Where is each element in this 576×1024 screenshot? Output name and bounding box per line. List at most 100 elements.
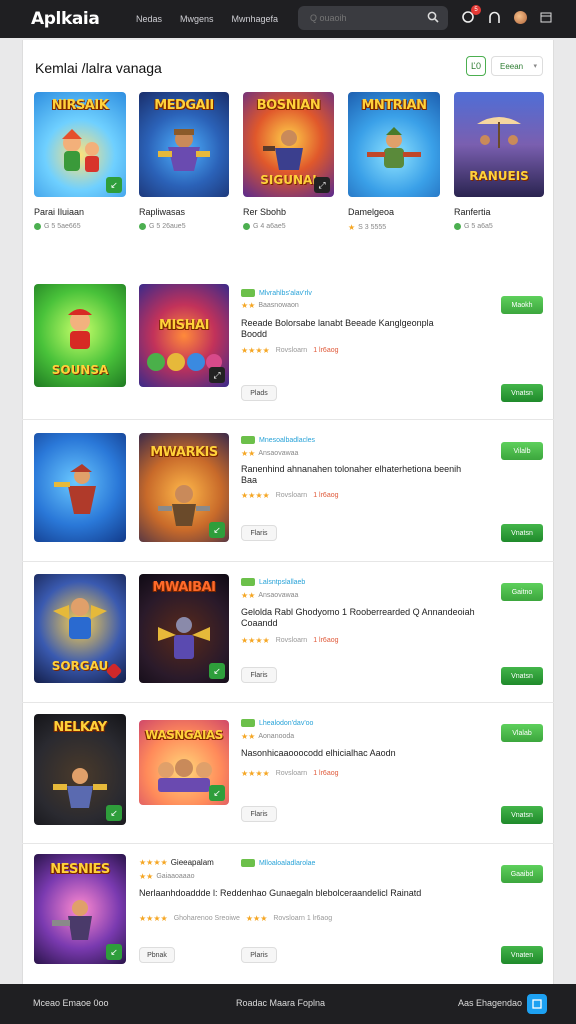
list-art-3b[interactable]: MWAIBAI ↙	[139, 574, 229, 683]
store-badge-icon: ↙	[106, 177, 122, 193]
tile-art-title: MWAIBAI	[152, 580, 216, 595]
featured-tile-3[interactable]: BOSNIAN SIGUNAI ⤢	[243, 92, 334, 197]
featured-name-3[interactable]: Rer Sbohb	[243, 207, 335, 217]
calendar-icon[interactable]	[538, 9, 554, 25]
status-dot-icon	[243, 223, 250, 230]
character-art	[68, 309, 92, 350]
featured-rating-3: G 4 a6ae5	[243, 223, 286, 230]
featured-name-5[interactable]: Ranfertia	[454, 207, 546, 217]
item-description: Ranenhind ahnanahen tolonaher elhaterhet…	[241, 464, 462, 485]
share-icon[interactable]	[527, 994, 547, 1014]
tile-art-title: MISHAI	[159, 318, 209, 333]
list-art-2b[interactable]: MWARKIS ↙	[139, 433, 229, 542]
tag-pill[interactable]: Plaris	[241, 947, 277, 963]
app-logo[interactable]: Aplkaia	[31, 9, 136, 29]
category-tag: Mnesoalbadlacles	[241, 436, 315, 444]
list-art-4b[interactable]: WASNGAIAS ↙	[139, 720, 229, 805]
star-icon: ★★★★	[241, 636, 270, 645]
star-rating: ★★ Aonanooda	[241, 732, 295, 741]
star-icon: ★★★	[245, 914, 268, 923]
review-line: ★★★★ Rovsloarn 1 lr6aog	[241, 769, 339, 778]
tag-pill-left[interactable]: Pbnak	[139, 947, 175, 963]
list-art-4a[interactable]: NELKAY ↙	[34, 714, 126, 825]
install-button[interactable]: Vnatsn	[501, 524, 543, 542]
star-icon: ★	[348, 223, 356, 232]
star-rating: ★★ Gaiaaoaaao	[139, 872, 195, 881]
list-art-2a[interactable]	[34, 433, 126, 542]
get-button[interactable]: Gaitno	[501, 583, 543, 601]
featured-tile-1[interactable]: NIRSAIK ↙	[34, 92, 126, 197]
list-art-3a[interactable]: SORGAU	[34, 574, 126, 683]
install-button[interactable]: Vnatsn	[501, 667, 543, 685]
featured-name-1[interactable]: Parai Iluiaan	[34, 207, 126, 217]
review-line: ★★★★ Rovsloarn 1 lr6aog	[241, 346, 339, 355]
star-icon: ★★★★	[139, 858, 168, 867]
notification-badge: 5	[471, 5, 481, 15]
featured-tile-2[interactable]: MEDGAII	[139, 92, 229, 197]
store-badge-icon: ⤢	[314, 177, 330, 193]
item-description: Nerlaanhdoaddde l: Reddenhao Gunaegaln b…	[139, 888, 422, 898]
list-art-1b[interactable]: MISHAI ⤢	[139, 284, 229, 387]
tag-pill[interactable]: Flaris	[241, 525, 277, 541]
footer-link-center[interactable]: Roadac Maara Foplna	[236, 998, 325, 1008]
nav-item-1[interactable]: Nedas	[136, 14, 162, 24]
character-art	[367, 126, 421, 168]
get-button[interactable]: Gaaibd	[501, 865, 543, 883]
search-box[interactable]	[298, 6, 448, 30]
footer-link-right[interactable]: Aas Ehagendao	[458, 998, 522, 1008]
avatar[interactable]	[512, 9, 528, 25]
tile-art-title: BOSNIAN	[256, 98, 321, 113]
featured-tile-4[interactable]: MNTRIAN	[348, 92, 440, 197]
star-icon: ★★	[241, 732, 256, 741]
character-art	[158, 128, 210, 171]
user-icon[interactable]	[486, 9, 502, 25]
featured-name-2[interactable]: Rapliwasas	[139, 207, 231, 217]
list-art-1a[interactable]: SOUNSA	[34, 284, 126, 387]
featured-rating-5: G 5 a6a5	[454, 223, 493, 230]
tile-art-title: NESNIES	[50, 862, 110, 877]
install-button[interactable]: Vnatsn	[501, 384, 543, 402]
character-art	[158, 617, 210, 660]
tag-pill[interactable]: Flaris	[241, 667, 277, 683]
tile-art-title: WASNGAIAS	[145, 728, 223, 742]
character-art	[477, 116, 521, 148]
list-art-5a[interactable]: NESNIES ↙	[34, 854, 126, 964]
notifications-icon[interactable]: 5	[460, 5, 481, 25]
star-rating: ★★ Ansaovawaa	[241, 449, 299, 458]
search-icon[interactable]	[427, 11, 439, 23]
footer-bar: Mceao Emaoe 0oo Roadac Maara Foplna Aas …	[0, 984, 576, 1024]
star-icon: ★★★★	[241, 346, 270, 355]
tile-art-subtitle: RANUEIS	[469, 169, 529, 183]
category-tag: Lalsntpslallaeb	[241, 578, 305, 586]
footer-link-left[interactable]: Mceao Emaoe 0oo	[33, 998, 109, 1008]
install-button[interactable]: Vnatsn	[501, 806, 543, 824]
star-icon: ★★★★	[241, 769, 270, 778]
item-description: Nasonhicaaooocodd elhicialhac Aaodn	[241, 748, 396, 758]
tag-swatch	[241, 289, 255, 297]
star-icon: ★★★★	[139, 914, 168, 923]
nav-item-3[interactable]: Mwnhagefa	[232, 14, 279, 24]
featured-rating-4: ★ S 3 5555	[348, 223, 387, 232]
tag-pill[interactable]: Flaris	[241, 806, 277, 822]
tile-art-title: MEDGAII	[154, 98, 214, 113]
star-rating-left: ★★★★ Gieeapalam	[139, 858, 214, 867]
star-icon: ★★	[241, 591, 256, 600]
store-badge-icon: ↙	[209, 663, 225, 679]
filter-button[interactable]: Ľ0	[466, 56, 486, 76]
featured-name-4[interactable]: Damelgeoa	[348, 207, 440, 217]
nav-item-2[interactable]: Mwgens	[180, 14, 214, 24]
featured-tile-5[interactable]: RANUEIS	[454, 92, 544, 197]
tag-pill[interactable]: Plads	[241, 385, 277, 401]
install-button[interactable]: Vnaten	[501, 946, 543, 964]
status-dot-icon	[139, 223, 146, 230]
sort-select[interactable]: Eeean ▾	[491, 56, 543, 76]
character-art	[158, 484, 210, 526]
store-badge-icon: ↙	[209, 522, 225, 538]
get-button[interactable]: Maokh	[501, 296, 543, 314]
tag-swatch	[241, 859, 255, 867]
store-badge-icon: ↙	[106, 805, 122, 821]
character-art	[54, 463, 96, 514]
search-input[interactable]	[310, 13, 420, 23]
get-button[interactable]: Vlalab	[501, 724, 543, 742]
get-button[interactable]: Vilalb	[501, 442, 543, 460]
